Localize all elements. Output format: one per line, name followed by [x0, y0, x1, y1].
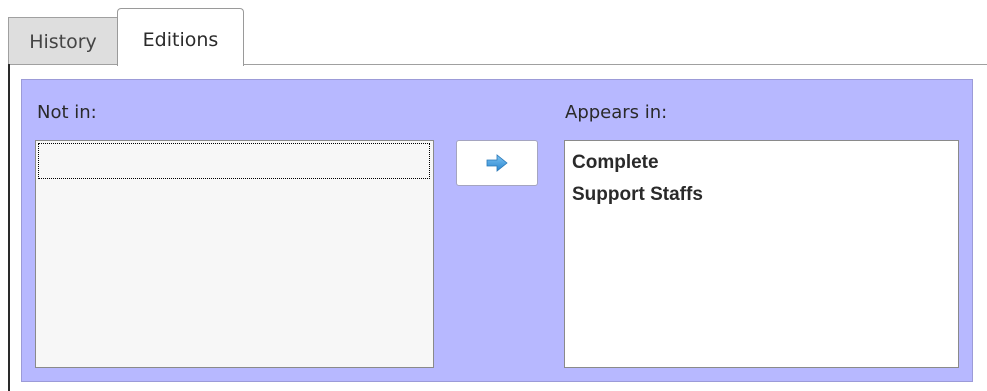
editions-form: History Editions Not in: Appears in: Com…	[0, 0, 987, 391]
tab-editions[interactable]: Editions	[117, 8, 244, 66]
editions-panel: Not in: Appears in: Complete Support Sta…	[21, 79, 973, 382]
arrow-right-icon	[486, 154, 508, 172]
move-to-appears-in-button[interactable]	[456, 140, 538, 186]
not-in-listbox[interactable]	[35, 140, 434, 368]
appears-in-listbox[interactable]: Complete Support Staffs	[564, 140, 959, 368]
tab-strip: History Editions	[8, 8, 987, 66]
appears-in-label: Appears in:	[565, 102, 668, 123]
not-in-label: Not in:	[37, 102, 97, 123]
tab-editions-label: Editions	[142, 28, 219, 51]
tab-history[interactable]: History	[8, 17, 118, 65]
tab-history-label: History	[29, 30, 97, 53]
focus-rectangle[interactable]	[38, 143, 430, 179]
list-item[interactable]: Support Staffs	[571, 179, 952, 211]
window-left-border	[8, 64, 10, 391]
list-item[interactable]: Complete	[571, 147, 952, 179]
